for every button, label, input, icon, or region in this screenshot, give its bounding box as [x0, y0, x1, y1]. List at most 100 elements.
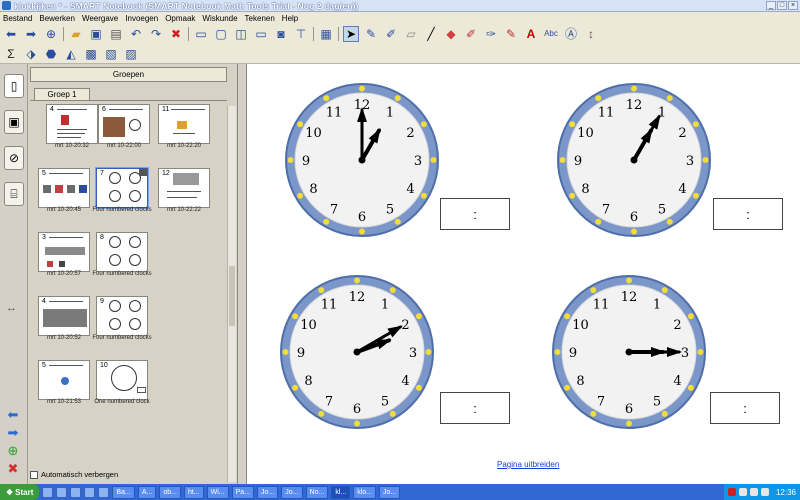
- creative-pen-icon[interactable]: ✐: [383, 26, 399, 42]
- magic-pen-icon[interactable]: ✑: [483, 26, 499, 42]
- page-thumbnail[interactable]: 11: [158, 104, 210, 144]
- fill-icon[interactable]: ✐: [463, 26, 479, 42]
- handwriting-icon[interactable]: Abc: [543, 26, 559, 42]
- paste-icon[interactable]: ▤: [108, 26, 124, 42]
- taskbar-button[interactable]: Wi...: [206, 485, 229, 499]
- page-thumbnail[interactable]: 4: [38, 296, 90, 336]
- maximize-button[interactable]: □: [777, 1, 787, 10]
- add-page-icon[interactable]: ⊕: [43, 26, 59, 42]
- taskbar-button[interactable]: ob...: [159, 485, 181, 499]
- quicklaunch-chrome-icon[interactable]: [98, 486, 110, 498]
- sigma-icon[interactable]: Σ: [3, 46, 19, 62]
- taskbar-button[interactable]: Jo...: [257, 485, 279, 499]
- measure-icon[interactable]: ⬣: [43, 46, 59, 62]
- sorter-scrollbar[interactable]: [227, 106, 236, 482]
- menu-edit[interactable]: Bewerken: [39, 14, 75, 23]
- autohide-checkbox[interactable]: [30, 470, 38, 479]
- menu-draw[interactable]: Tekenen: [245, 14, 275, 23]
- save-icon[interactable]: ▣: [88, 26, 104, 42]
- page-thumbnail[interactable]: 12: [158, 168, 210, 208]
- tray-network-icon[interactable]: [738, 488, 747, 496]
- protractor-icon[interactable]: ◭: [63, 46, 79, 62]
- taskbar-button-active[interactable]: kl...: [331, 485, 351, 499]
- quicklaunch-browser-icon[interactable]: [56, 486, 68, 498]
- minimize-button[interactable]: _: [766, 1, 776, 10]
- shape-tool-icon[interactable]: ⬗: [23, 46, 39, 62]
- taskbar-button[interactable]: Jo...: [379, 485, 401, 499]
- tray-volume-icon[interactable]: [749, 488, 758, 496]
- time-input-box[interactable]: :: [440, 198, 510, 230]
- page-thumbnail[interactable]: 10: [96, 360, 148, 400]
- page-thumbnail[interactable]: 8: [96, 232, 148, 272]
- math-icon[interactable]: Ⓐ: [563, 26, 579, 42]
- screen-shade-icon[interactable]: ▭: [193, 26, 209, 42]
- prev-page-icon[interactable]: ⬅: [2, 406, 24, 424]
- quicklaunch-media-icon[interactable]: [84, 486, 96, 498]
- page-thumbnail[interactable]: 3: [38, 232, 90, 272]
- menu-file[interactable]: Bestand: [3, 14, 32, 23]
- page-thumbnail-selected[interactable]: 7: [95, 167, 149, 209]
- properties-tab[interactable]: ⌸: [4, 182, 24, 206]
- quicklaunch-desktop-icon[interactable]: [42, 486, 54, 498]
- groups-button[interactable]: Groepen: [30, 67, 227, 82]
- forward-arrow-icon[interactable]: ➡: [23, 26, 39, 42]
- pen-icon[interactable]: ✎: [363, 26, 379, 42]
- start-button[interactable]: ❖ Start: [0, 484, 40, 500]
- display-icon[interactable]: ▭: [253, 26, 269, 42]
- resize-handle-icon[interactable]: ↔: [6, 302, 17, 314]
- page-thumbnail[interactable]: 6: [98, 104, 150, 144]
- next-page-icon[interactable]: ➡: [2, 424, 24, 442]
- delete-page-side-icon[interactable]: ✖: [2, 460, 24, 478]
- page-thumbnail[interactable]: 9: [96, 296, 148, 336]
- tray-antivirus-icon[interactable]: [727, 488, 736, 496]
- page-sorter-tab[interactable]: ▯: [4, 74, 24, 98]
- table-icon[interactable]: ▦: [318, 26, 334, 42]
- line-icon[interactable]: ╱: [423, 26, 439, 42]
- taskbar-button[interactable]: ht...: [183, 485, 204, 499]
- open-folder-icon[interactable]: ▰: [68, 26, 84, 42]
- whiteboard-canvas[interactable]: 12 1 2 3 4 5 6 7 8 9 10 11 12 1 2 3 4 5 6 7 8 9 10 11 12 1 2 3 4 5 6 7 8…: [246, 64, 800, 484]
- document-camera-icon[interactable]: ⊤: [293, 26, 309, 42]
- back-arrow-icon[interactable]: ⬅: [3, 26, 19, 42]
- time-input-box[interactable]: :: [713, 198, 783, 230]
- gallery-tab[interactable]: ▣: [4, 110, 24, 134]
- tray-update-icon[interactable]: [760, 488, 769, 496]
- taskbar-button[interactable]: Ba...: [112, 485, 135, 499]
- page-thumbnail[interactable]: 4: [46, 104, 98, 144]
- graph-icon[interactable]: ▩: [83, 46, 99, 62]
- shapes-icon[interactable]: ◆: [443, 26, 459, 42]
- page-thumbnail[interactable]: 5: [38, 360, 90, 400]
- ruler-icon[interactable]: ▨: [123, 46, 139, 62]
- time-input-box[interactable]: :: [440, 392, 510, 424]
- taskbar-button[interactable]: Jo...: [281, 485, 303, 499]
- quicklaunch-mail-icon[interactable]: [70, 486, 82, 498]
- menu-insert[interactable]: Invoegen: [125, 14, 158, 23]
- menu-view[interactable]: Weergave: [82, 14, 118, 23]
- taskbar-button[interactable]: klo...: [353, 485, 376, 499]
- close-button[interactable]: ×: [788, 1, 798, 10]
- dual-page-icon[interactable]: ◫: [233, 26, 249, 42]
- taskbar-button[interactable]: Pa...: [231, 485, 255, 499]
- eraser-icon[interactable]: ▱: [403, 26, 419, 42]
- delete-icon[interactable]: ✖: [168, 26, 184, 42]
- select-icon[interactable]: ➤: [343, 26, 359, 42]
- autohide-option[interactable]: Automatisch verbergen: [30, 470, 118, 479]
- taskbar-button[interactable]: A...: [137, 485, 157, 499]
- attachments-tab[interactable]: ⊘: [4, 146, 24, 170]
- table-edit-icon[interactable]: ▧: [103, 46, 119, 62]
- full-screen-icon[interactable]: ▢: [213, 26, 229, 42]
- add-page-side-icon[interactable]: ⊕: [2, 442, 24, 460]
- capture-icon[interactable]: ◙: [273, 26, 289, 42]
- time-input-box[interactable]: :: [710, 392, 780, 424]
- menu-format[interactable]: Opmaak: [165, 14, 195, 23]
- undo-icon[interactable]: ↶: [128, 26, 144, 42]
- menu-help[interactable]: Help: [282, 14, 298, 23]
- property-icon[interactable]: ✎: [503, 26, 519, 42]
- text-icon[interactable]: A: [523, 26, 539, 42]
- more-icon[interactable]: ↕: [583, 26, 599, 42]
- extend-page-link[interactable]: Pagina uitbreiden: [497, 460, 559, 469]
- taskbar-button[interactable]: No...: [305, 485, 329, 499]
- page-thumbnail[interactable]: 5: [38, 168, 90, 208]
- redo-icon[interactable]: ↷: [148, 26, 164, 42]
- menu-math[interactable]: Wiskunde: [202, 14, 237, 23]
